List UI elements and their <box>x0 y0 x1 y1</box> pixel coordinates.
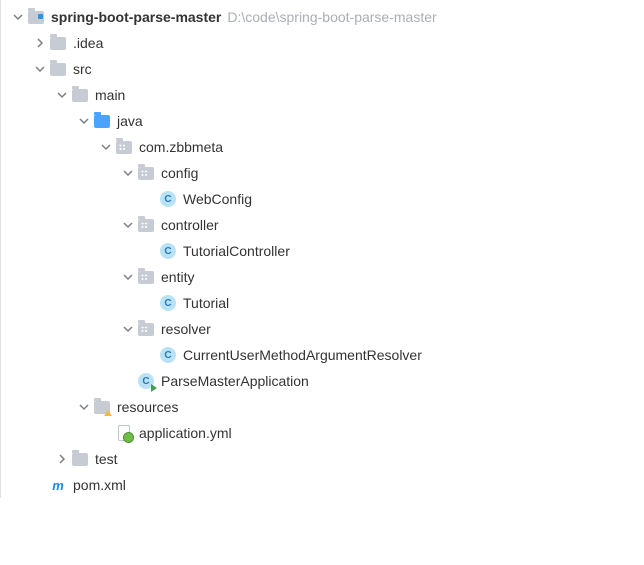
tree-row-java[interactable]: java <box>5 108 644 134</box>
java-class-icon: C <box>159 242 177 260</box>
tree-row-webconfig[interactable]: C WebConfig <box>5 186 644 212</box>
tree-row-test[interactable]: test <box>5 446 644 472</box>
tree-row-config[interactable]: config <box>5 160 644 186</box>
chevron-down-icon[interactable] <box>121 166 135 180</box>
resources-folder-icon <box>93 398 111 416</box>
package-icon <box>137 216 155 234</box>
node-label: application.yml <box>139 425 232 441</box>
chevron-down-icon[interactable] <box>99 140 113 154</box>
chevron-down-icon[interactable] <box>77 400 91 414</box>
java-class-icon: C <box>159 346 177 364</box>
tree-row-idea[interactable]: .idea <box>5 30 644 56</box>
tree-row-pom[interactable]: m pom.xml <box>5 472 644 498</box>
node-label: WebConfig <box>183 191 252 207</box>
tree-row-project-root[interactable]: spring-boot-parse-master D:\code\spring-… <box>5 4 644 30</box>
node-label: test <box>95 451 118 467</box>
folder-icon <box>71 86 89 104</box>
folder-icon <box>49 34 67 52</box>
tree-row-appyml[interactable]: application.yml <box>5 420 644 446</box>
chevron-down-icon[interactable] <box>121 270 135 284</box>
chevron-down-icon[interactable] <box>33 62 47 76</box>
node-label: resolver <box>161 321 211 337</box>
yaml-file-icon <box>115 424 133 442</box>
node-label: TutorialController <box>183 243 290 259</box>
chevron-down-icon[interactable] <box>77 114 91 128</box>
java-class-icon: C <box>159 294 177 312</box>
node-label: com.zbbmeta <box>139 139 223 155</box>
node-label: CurrentUserMethodArgumentResolver <box>183 347 422 363</box>
module-folder-icon <box>27 8 45 26</box>
tree-row-resolver[interactable]: resolver <box>5 316 644 342</box>
node-label: .idea <box>73 35 103 51</box>
tree-row-package-root[interactable]: com.zbbmeta <box>5 134 644 160</box>
folder-icon <box>71 450 89 468</box>
chevron-right-icon[interactable] <box>55 452 69 466</box>
node-label: resources <box>117 399 178 415</box>
project-path: D:\code\spring-boot-parse-master <box>227 9 436 25</box>
chevron-down-icon[interactable] <box>55 88 69 102</box>
tree-row-tutorialcontroller[interactable]: C TutorialController <box>5 238 644 264</box>
node-label: controller <box>161 217 219 233</box>
chevron-down-icon[interactable] <box>11 10 25 24</box>
tree-row-resources[interactable]: resources <box>5 394 644 420</box>
tree-row-currentusermar[interactable]: C CurrentUserMethodArgumentResolver <box>5 342 644 368</box>
node-label: main <box>95 87 125 103</box>
project-tree[interactable]: spring-boot-parse-master D:\code\spring-… <box>0 0 644 498</box>
package-icon <box>137 164 155 182</box>
node-label: entity <box>161 269 194 285</box>
maven-file-icon: m <box>49 476 67 494</box>
node-label: src <box>73 61 92 77</box>
node-label: pom.xml <box>73 477 126 493</box>
node-label: config <box>161 165 198 181</box>
chevron-right-icon[interactable] <box>33 36 47 50</box>
java-runnable-class-icon: C <box>137 372 155 390</box>
tree-row-src[interactable]: src <box>5 56 644 82</box>
tree-row-tutorial[interactable]: C Tutorial <box>5 290 644 316</box>
chevron-down-icon[interactable] <box>121 322 135 336</box>
node-label: ParseMasterApplication <box>161 373 309 389</box>
tree-row-entity[interactable]: entity <box>5 264 644 290</box>
package-icon <box>115 138 133 156</box>
package-icon <box>137 320 155 338</box>
tree-row-main[interactable]: main <box>5 82 644 108</box>
project-name: spring-boot-parse-master <box>51 9 221 25</box>
tree-row-application[interactable]: C ParseMasterApplication <box>5 368 644 394</box>
package-icon <box>137 268 155 286</box>
source-folder-icon <box>93 112 111 130</box>
java-class-icon: C <box>159 190 177 208</box>
chevron-down-icon[interactable] <box>121 218 135 232</box>
folder-icon <box>49 60 67 78</box>
node-label: java <box>117 113 143 129</box>
tree-row-controller[interactable]: controller <box>5 212 644 238</box>
node-label: Tutorial <box>183 295 229 311</box>
